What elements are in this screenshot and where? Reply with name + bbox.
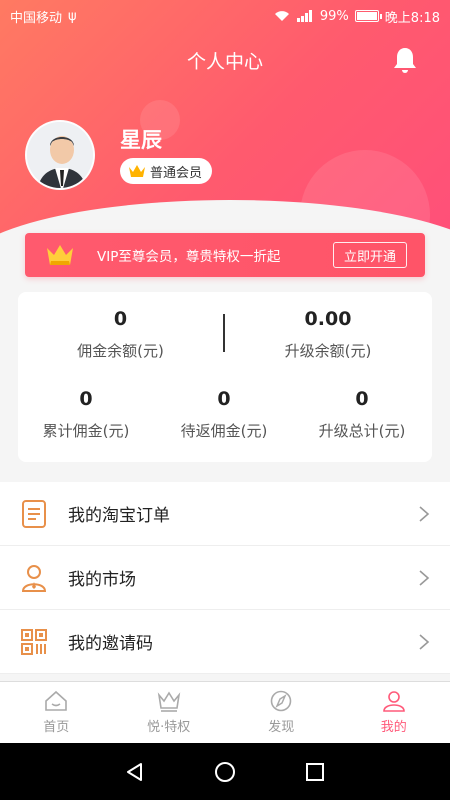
system-nav-bar xyxy=(0,743,450,800)
usb-icon: ψ xyxy=(68,8,77,24)
stat-label: 累计佣金(元) xyxy=(42,422,130,440)
home-circle-icon[interactable] xyxy=(214,761,236,783)
order-document-icon xyxy=(20,499,48,529)
stat-total-commission[interactable]: 0 累计佣金(元) xyxy=(26,388,146,441)
tab-home[interactable]: 首页 xyxy=(0,682,113,743)
stat-pending-commission[interactable]: 0 待返佣金(元) xyxy=(164,388,284,441)
signal-icon xyxy=(296,10,312,22)
status-bar: 中国移动 ψ 99% 晚上8:18 xyxy=(0,0,450,32)
stat-value: 0 xyxy=(113,308,128,330)
home-icon xyxy=(45,690,68,711)
chevron-right-icon xyxy=(419,505,430,522)
menu-list: 我的淘宝订单 我的市场 我的邀请码 xyxy=(0,482,450,674)
stat-label: 佣金余额(元) xyxy=(77,342,164,360)
vip-banner-text: VIP至尊会员，尊贵特权一折起 xyxy=(97,249,281,265)
user-icon xyxy=(382,691,405,712)
member-level-badge[interactable]: 普通会员 xyxy=(120,158,213,184)
compass-icon xyxy=(270,690,292,712)
wifi-icon xyxy=(274,11,289,21)
tab-label: 首页 xyxy=(43,720,70,735)
username: 星辰 xyxy=(120,128,162,152)
carrier-name: 中国移动 xyxy=(10,10,63,26)
stat-commission-balance[interactable]: 0 佣金余额(元) xyxy=(38,308,203,361)
user-market-icon xyxy=(20,563,48,593)
open-vip-button[interactable]: 立即开通 xyxy=(332,242,407,268)
crown-icon xyxy=(47,245,73,265)
member-level-label: 普通会员 xyxy=(150,165,203,181)
battery-icon xyxy=(354,10,382,22)
menu-item-invite-code[interactable]: 我的邀请码 xyxy=(0,610,450,674)
stat-label: 升级总计(元) xyxy=(318,422,406,440)
tab-label: 发现 xyxy=(268,720,295,735)
vip-banner[interactable]: VIP至尊会员，尊贵特权一折起 立即开通 xyxy=(25,233,425,277)
tab-discover[interactable]: 发现 xyxy=(225,682,338,743)
stat-label: 待返佣金(元) xyxy=(180,422,268,440)
avatar[interactable] xyxy=(25,120,95,190)
stat-divider xyxy=(223,314,225,352)
qr-code-icon xyxy=(20,627,48,657)
recents-square-icon[interactable] xyxy=(304,761,326,783)
chevron-right-icon xyxy=(419,569,430,586)
tab-privilege[interactable]: 悦·特权 xyxy=(113,682,226,743)
stat-value: 0 xyxy=(217,388,231,410)
tab-mine[interactable]: 我的 xyxy=(338,682,450,743)
tab-label: 悦·特权 xyxy=(147,720,191,735)
chevron-right-icon xyxy=(419,633,430,650)
clock: 晚上8:18 xyxy=(384,10,440,26)
menu-item-label: 我的市场 xyxy=(68,570,136,590)
stat-value: 0 xyxy=(355,388,369,410)
menu-item-label: 我的邀请码 xyxy=(68,634,153,654)
title-bar: 个人中心 xyxy=(0,40,450,80)
menu-item-my-market[interactable]: 我的市场 xyxy=(0,546,450,610)
stat-upgrade-total[interactable]: 0 升级总计(元) xyxy=(302,388,422,441)
tab-bar: 首页 悦·特权 发现 我的 xyxy=(0,681,450,743)
bell-icon[interactable] xyxy=(392,46,418,74)
crown-icon xyxy=(157,691,180,712)
crown-icon xyxy=(129,165,145,177)
back-triangle-icon[interactable] xyxy=(124,761,146,783)
battery-percent: 99% xyxy=(319,8,349,24)
stat-label: 升级余额(元) xyxy=(284,342,372,360)
tab-label: 我的 xyxy=(380,720,407,735)
stats-card: 0 佣金余额(元) 0.00 升级余额(元) 0 累计佣金(元) 0 待返佣金(… xyxy=(18,292,432,462)
stat-value: 0.00 xyxy=(304,308,352,330)
page-title: 个人中心 xyxy=(186,50,263,73)
menu-item-taobao-orders[interactable]: 我的淘宝订单 xyxy=(0,482,450,546)
stat-value: 0 xyxy=(79,388,93,410)
stat-upgrade-balance[interactable]: 0.00 升级余额(元) xyxy=(243,308,413,361)
menu-item-label: 我的淘宝订单 xyxy=(68,506,170,526)
